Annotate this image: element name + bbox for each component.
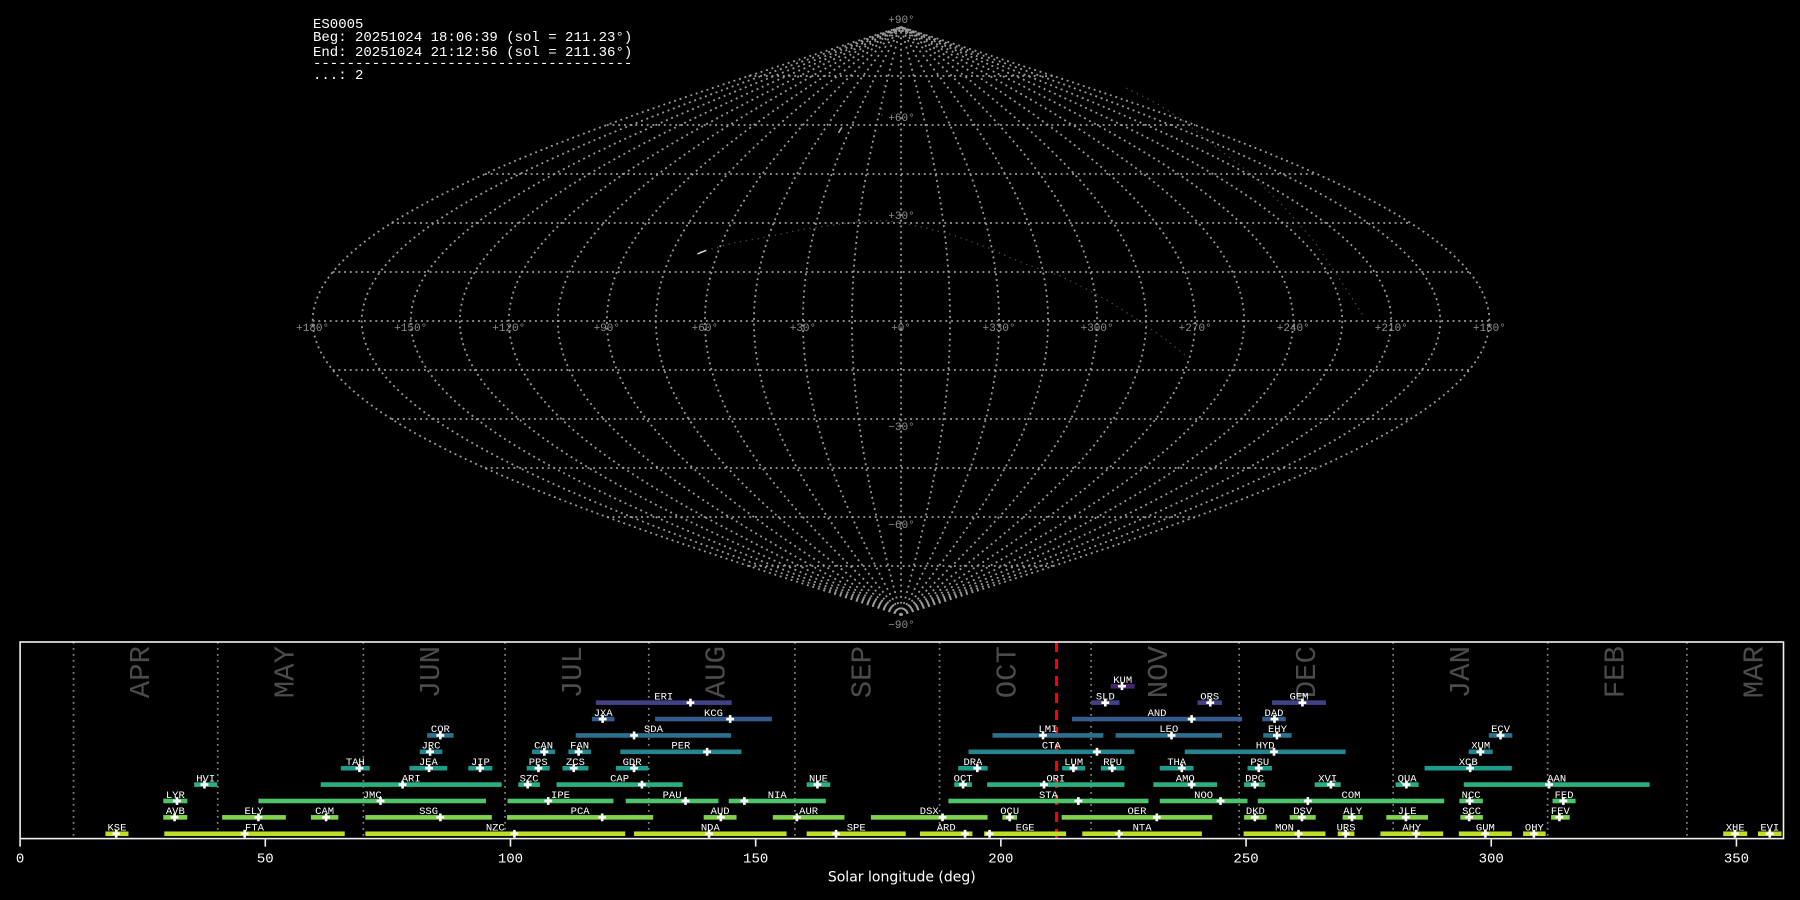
month-label: OCT bbox=[991, 646, 1024, 698]
shower-peak-CAP bbox=[638, 780, 646, 789]
shower-peak-NOO bbox=[1216, 797, 1225, 805]
shower-peak-PER bbox=[703, 747, 712, 756]
shower-label-CAP: CAP bbox=[610, 773, 629, 785]
shower-peak-ERI bbox=[686, 698, 695, 707]
x-tick-label: 150 bbox=[743, 852, 768, 868]
month-label: FEB bbox=[1599, 646, 1632, 698]
shower-label-KCG: KCG bbox=[704, 708, 723, 720]
x-axis-title: Solar longitude (deg) bbox=[828, 870, 976, 886]
shower-label-COM: COM bbox=[1342, 790, 1361, 802]
shower-peak-NZC bbox=[510, 829, 519, 838]
shower-peak-CTA bbox=[1093, 747, 1101, 756]
shower-label-OER: OER bbox=[1127, 806, 1147, 818]
month-label: APR bbox=[125, 646, 158, 698]
shower-label-EGE: EGE bbox=[1016, 823, 1035, 835]
shower-peak-STA bbox=[1074, 797, 1083, 805]
x-tick-label: 0 bbox=[16, 852, 24, 868]
month-label: AUG bbox=[700, 646, 733, 698]
shower-bars: KUMERI SLD ORS GEMJXA KCG AND DADCOR SDA LMI LEO E… bbox=[105, 675, 1782, 838]
shower-label-SPE: SPE bbox=[847, 823, 866, 835]
shower-activity-chart: APR MAY JUN JUL AUG SEP OCT NOV DEC JAN FEB MARKUME… bbox=[16, 641, 1785, 886]
shower-peak-KCG bbox=[726, 715, 735, 723]
shower-label-SDA: SDA bbox=[644, 724, 664, 736]
shower-label-STA: STA bbox=[1039, 790, 1059, 802]
shower-label-IPE: IPE bbox=[551, 790, 570, 802]
shower-peak-COM bbox=[1303, 797, 1312, 805]
month-label: MAR bbox=[1739, 646, 1772, 698]
month-label: JUN bbox=[415, 646, 448, 698]
x-tick-label: 350 bbox=[1724, 852, 1749, 868]
shower-peak-MON bbox=[1294, 829, 1303, 838]
month-label: JUL bbox=[557, 646, 590, 698]
shower-peak-NTA bbox=[1115, 829, 1123, 838]
shower-peak-SDA bbox=[630, 731, 638, 740]
shower-peak-SPE bbox=[832, 829, 840, 838]
x-tick-label: 50 bbox=[257, 852, 274, 868]
shower-peak-DSX bbox=[938, 813, 947, 822]
month-label: SEP bbox=[847, 646, 880, 698]
shower-label-NTA: NTA bbox=[1133, 823, 1153, 835]
shower-peak-AND bbox=[1187, 715, 1196, 723]
month-label: JAN bbox=[1445, 646, 1478, 698]
shower-label-ERI: ERI bbox=[654, 691, 673, 703]
shower-label-NZC: NZC bbox=[486, 823, 505, 835]
shower-peak-NIA bbox=[740, 797, 749, 805]
month-label: MAY bbox=[269, 646, 302, 698]
shower-peak-ARD bbox=[961, 829, 969, 838]
radiant-activity-screen: ES0005 Beg: 20251024 18:06:39 (sol = 211… bbox=[0, 0, 1800, 900]
shower-label-MON: MON bbox=[1275, 823, 1294, 835]
shower-peak-PCA bbox=[598, 813, 607, 822]
shower-label-ORI: ORI bbox=[1046, 773, 1065, 785]
shower-label-AND: AND bbox=[1148, 708, 1167, 720]
x-tick-label: 100 bbox=[498, 852, 523, 868]
month-label: DEC bbox=[1291, 646, 1324, 698]
shower-label-ARD: ARD bbox=[937, 823, 956, 835]
shower-label-NIA: NIA bbox=[768, 790, 788, 802]
shower-peak-OER bbox=[1152, 813, 1161, 822]
shower-label-PAU: PAU bbox=[663, 790, 682, 802]
x-tick-label: 300 bbox=[1479, 852, 1504, 868]
x-tick-label: 250 bbox=[1233, 852, 1258, 868]
shower-label-DSX: DSX bbox=[920, 806, 940, 818]
shower-label-PER: PER bbox=[671, 741, 691, 753]
shower-label-SSG: SSG bbox=[419, 806, 438, 818]
shower-label-AUR: AUR bbox=[799, 806, 819, 818]
x-axis: 0 50 100 150 200 250 300 350 Solar longitude (de… bbox=[16, 839, 1749, 886]
month-label: NOV bbox=[1143, 645, 1176, 698]
shower-peak-EGE bbox=[985, 829, 994, 838]
x-tick-label: 200 bbox=[988, 852, 1013, 868]
shower-label-PCA: PCA bbox=[571, 806, 591, 818]
shower-label-NOO: NOO bbox=[1194, 790, 1213, 802]
shower-label-CTA: CTA bbox=[1042, 741, 1062, 753]
shower-peak-PAU bbox=[681, 797, 690, 805]
